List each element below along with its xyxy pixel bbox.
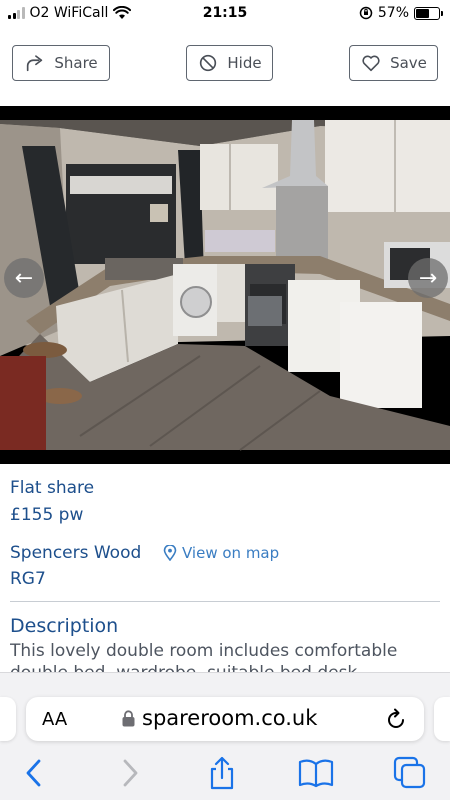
previous-tab-preview[interactable]: [0, 697, 16, 741]
section-divider: [10, 601, 440, 602]
open-book-icon: [298, 759, 334, 788]
url-display[interactable]: spareroom.co.uk: [122, 706, 317, 730]
listing-area: Spencers Wood: [10, 543, 142, 563]
next-tab-preview[interactable]: [434, 697, 450, 741]
kitchen-photo-image: [0, 106, 450, 464]
save-button[interactable]: Save: [349, 45, 438, 81]
map-pin-icon: [163, 545, 177, 561]
forward-button[interactable]: [112, 755, 148, 791]
hide-label: Hide: [227, 54, 262, 72]
hide-button[interactable]: Hide: [186, 45, 273, 81]
share-button[interactable]: Share: [12, 45, 110, 81]
reload-button[interactable]: [384, 707, 408, 735]
battery-icon: [414, 6, 443, 20]
hide-block-icon: [200, 54, 217, 72]
arrow-right-icon: →: [418, 265, 438, 291]
share-sheet-button[interactable]: [204, 755, 240, 791]
address-bar[interactable]: AA spareroom.co.uk: [26, 697, 424, 741]
listing-type: Flat share: [10, 478, 95, 498]
tabs-button[interactable]: [392, 755, 428, 791]
description-heading: Description: [10, 615, 119, 637]
tabs-icon: [393, 756, 426, 789]
view-on-map-label: View on map: [182, 544, 280, 562]
status-right: 57%: [359, 5, 443, 21]
description-text-line-1: This lovely double room includes comfort…: [10, 641, 398, 661]
share-label: Share: [54, 54, 98, 72]
listing-price: £155 pw: [10, 505, 84, 525]
bookmarks-button[interactable]: [298, 755, 334, 791]
heart-icon: [362, 55, 380, 72]
chevron-left-icon: [26, 759, 41, 787]
browser-bottom-bar: AA spareroom.co.uk: [0, 672, 450, 800]
share-up-icon: [210, 756, 234, 790]
listing-photo[interactable]: [0, 106, 450, 464]
view-on-map-link[interactable]: View on map: [163, 544, 279, 562]
battery-percent: 57%: [377, 5, 409, 21]
previous-photo-button[interactable]: ←: [4, 258, 44, 298]
next-photo-button[interactable]: →: [408, 258, 448, 298]
text-size-button[interactable]: AA: [42, 709, 67, 730]
save-label: Save: [390, 54, 427, 72]
orientation-lock-icon: [359, 6, 373, 20]
arrow-left-icon: ←: [14, 265, 34, 291]
url-text: spareroom.co.uk: [142, 706, 318, 730]
share-arrow-icon: [27, 55, 43, 72]
lock-icon: [122, 709, 135, 726]
status-bar: O2 WiFiCall 21:15 57%: [0, 0, 450, 30]
back-button[interactable]: [16, 755, 52, 791]
reload-icon: [388, 708, 404, 728]
chevron-right-icon: [123, 759, 138, 787]
listing-postcode: RG7: [10, 569, 46, 589]
battery-fill: [416, 8, 429, 18]
